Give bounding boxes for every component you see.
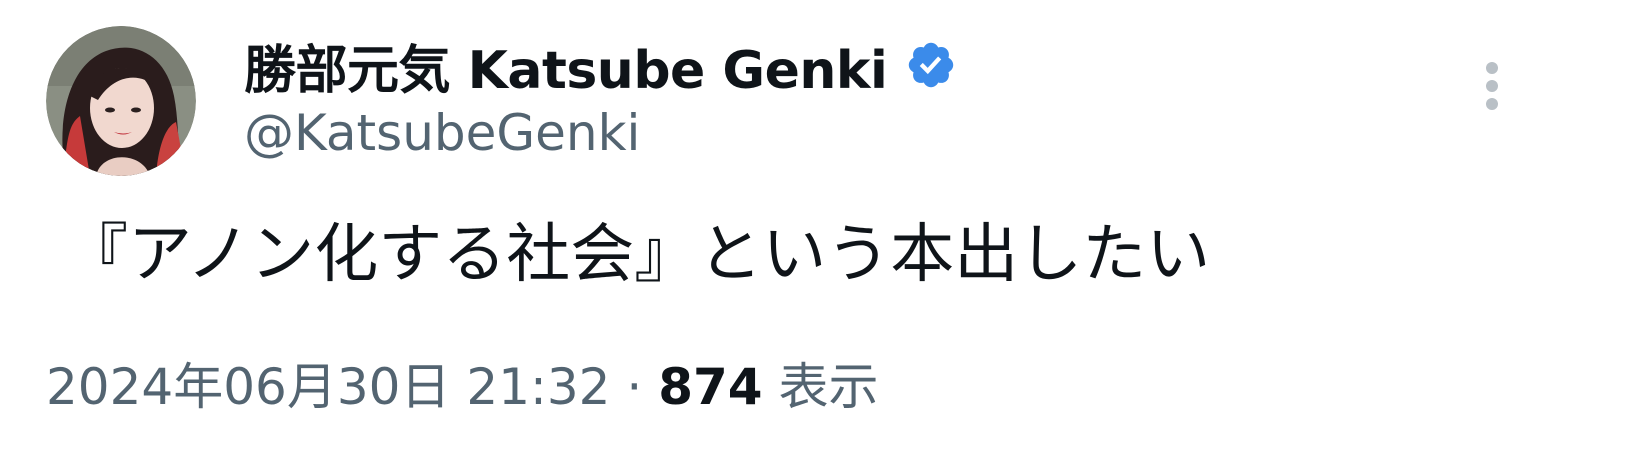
views-count: 874	[658, 358, 763, 416]
author-name-row: 勝部元気 Katsube Genki	[244, 28, 957, 102]
views-label: 表示	[778, 358, 879, 416]
meta-separator: ·	[626, 358, 643, 416]
tweet-text: 『アノン化する社会』という本出したい	[64, 218, 1211, 292]
author-display-name[interactable]: 勝部元気 Katsube Genki	[244, 28, 888, 103]
tweet-meta: 2024年06月30日 21:32 · 874 表示	[46, 352, 878, 422]
avatar[interactable]	[46, 26, 196, 176]
author-handle[interactable]: @KatsubeGenki	[244, 104, 640, 162]
tweet-card: 勝部元気 Katsube Genki @KatsubeGenki 『アノン化する…	[0, 0, 1644, 463]
tweet-timestamp[interactable]: 2024年06月30日 21:32	[46, 358, 610, 416]
more-vertical-icon[interactable]	[1474, 58, 1510, 118]
verified-badge-icon[interactable]	[905, 39, 957, 91]
